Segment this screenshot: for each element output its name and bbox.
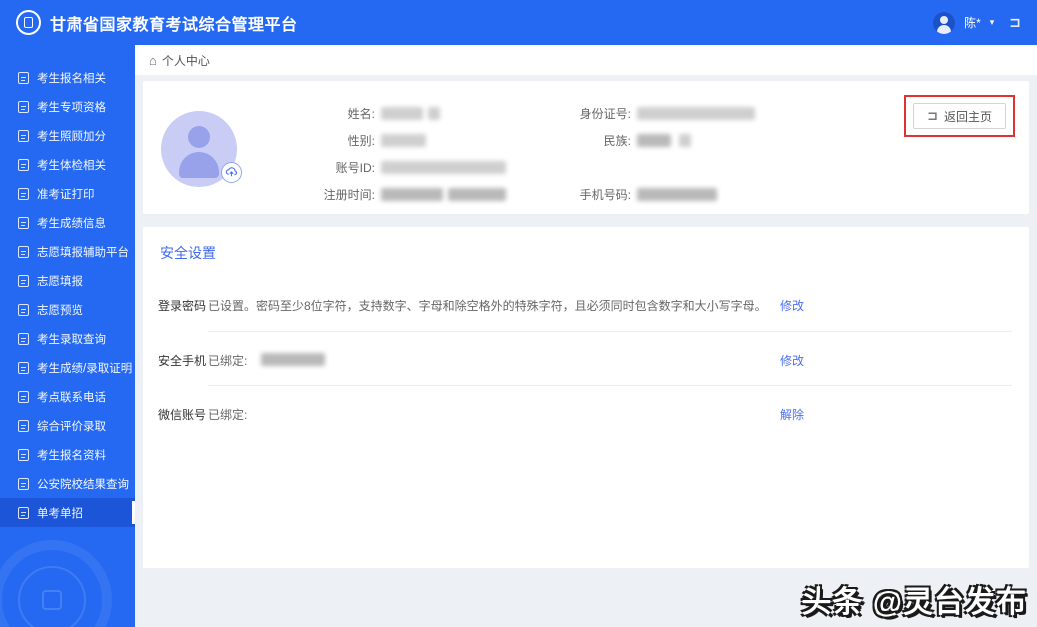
- sidebar-item-score-info[interactable]: 考生成绩信息: [0, 208, 135, 237]
- report-icon: [18, 216, 29, 229]
- sidebar-item-score-admission-certificate[interactable]: 考生成绩/录取证明: [0, 353, 135, 382]
- modify-password-link[interactable]: 修改: [780, 297, 804, 314]
- phone-icon: [18, 390, 29, 403]
- folder-icon: [18, 448, 29, 461]
- sidebar-item-application-assist-platform[interactable]: 志愿填报辅助平台: [0, 237, 135, 266]
- back-home-button[interactable]: ⊐ 返回主页: [913, 103, 1006, 129]
- sidebar-item-care-bonus[interactable]: 考生照顾加分: [0, 121, 135, 150]
- breadcrumb: ⌂ 个人中心: [135, 45, 1037, 75]
- toutiao-watermark: 头条 @灵台发布: [801, 586, 1027, 619]
- sidebar-item-admission-query[interactable]: 考生录取查询: [0, 324, 135, 353]
- sidebar-item-police-college-result[interactable]: 公安院校结果查询: [0, 469, 135, 498]
- sidebar-item-application-preview[interactable]: 志愿预览: [0, 295, 135, 324]
- annotation-highlight-box: ⊐ 返回主页: [904, 95, 1015, 137]
- sidebar-item-registration[interactable]: 考生报名相关: [0, 63, 135, 92]
- profile-field-ethnicity: 民族:: [561, 132, 691, 149]
- sidebar-item-registration-materials[interactable]: 考生报名资料: [0, 440, 135, 469]
- divider: [208, 385, 1012, 386]
- document-icon: [18, 303, 29, 316]
- document-icon: [18, 477, 29, 490]
- certificate-icon: [18, 361, 29, 374]
- breadcrumb-label: 个人中心: [161, 53, 210, 68]
- document-icon: [18, 506, 29, 519]
- security-section-title: 安全设置: [160, 245, 216, 261]
- printer-icon: [18, 187, 29, 200]
- profile-card: 姓名: 身份证号: 性别: 民族: 账号ID: 注册时间: 手机号码: ⊐ 返回…: [143, 81, 1029, 214]
- profile-field-phone: 手机号码:: [561, 186, 717, 203]
- sidebar-item-application-fill[interactable]: 志愿填报: [0, 266, 135, 295]
- sidebar-watermark-emblem: [42, 590, 62, 610]
- upload-avatar-icon[interactable]: [221, 162, 242, 183]
- document-icon: [18, 245, 29, 258]
- modify-phone-link[interactable]: 修改: [780, 352, 804, 369]
- main-content: ⌂ 个人中心 姓名: 身份证号: 性别: 民族: 账号ID: 注册时间: 手机号…: [135, 45, 1037, 627]
- platform-logo-icon: [16, 10, 41, 35]
- divider: [208, 331, 1012, 332]
- user-name[interactable]: 陈*: [964, 14, 981, 31]
- sidebar-item-separate-exam-enrollment[interactable]: 单考单招: [0, 498, 135, 527]
- avatar: [161, 111, 242, 187]
- security-settings-card: 安全设置 登录密码 已设置。密码至少8位字符，支持数字、字母和除空格外的特殊字符…: [143, 227, 1029, 568]
- sidebar-nav: 考生报名相关 考生专项资格 考生照顾加分 考生体检相关 准考证打印 考生成绩信息…: [0, 45, 135, 627]
- shield-icon: [18, 158, 29, 171]
- chevron-down-icon[interactable]: ▾: [990, 17, 995, 28]
- profile-field-name: 姓名:: [263, 105, 440, 122]
- profile-field-gender: 性别:: [263, 132, 426, 149]
- sidebar-item-special-qualification[interactable]: 考生专项资格: [0, 92, 135, 121]
- home-icon: ⌂: [149, 52, 157, 68]
- redacted-phone-value: [261, 353, 325, 366]
- checkmark-icon: [18, 100, 29, 113]
- search-doc-icon: [18, 332, 29, 345]
- sidebar-item-comprehensive-evaluation[interactable]: 综合评价录取: [0, 411, 135, 440]
- logout-icon[interactable]: ⊐: [1009, 14, 1021, 31]
- app-title: 甘肃省国家教育考试综合管理平台: [50, 16, 298, 34]
- sidebar-item-admission-ticket-print[interactable]: 准考证打印: [0, 179, 135, 208]
- profile-field-register-time: 注册时间:: [263, 186, 506, 203]
- back-icon: ⊐: [927, 108, 938, 123]
- top-header: 甘肃省国家教育考试综合管理平台 陈* ▾ ⊐: [0, 0, 1037, 45]
- back-home-label: 返回主页: [943, 109, 992, 124]
- sidebar-item-exam-site-phone[interactable]: 考点联系电话: [0, 382, 135, 411]
- header-user-area: 陈* ▾ ⊐: [933, 11, 1021, 34]
- document-icon: [18, 274, 29, 287]
- document-icon: [18, 419, 29, 432]
- unbind-wechat-link[interactable]: 解除: [780, 406, 804, 423]
- document-icon: [18, 71, 29, 84]
- user-avatar-icon[interactable]: [933, 11, 956, 34]
- card-icon: [18, 129, 29, 142]
- profile-field-id-number: 身份证号:: [561, 105, 755, 122]
- app-window: 甘肃省国家教育考试综合管理平台 陈* ▾ ⊐ 考生报名相关 考生专项资格 考生照…: [0, 0, 1037, 627]
- sidebar-item-physical-exam[interactable]: 考生体检相关: [0, 150, 135, 179]
- profile-field-account-id: 账号ID:: [263, 159, 506, 176]
